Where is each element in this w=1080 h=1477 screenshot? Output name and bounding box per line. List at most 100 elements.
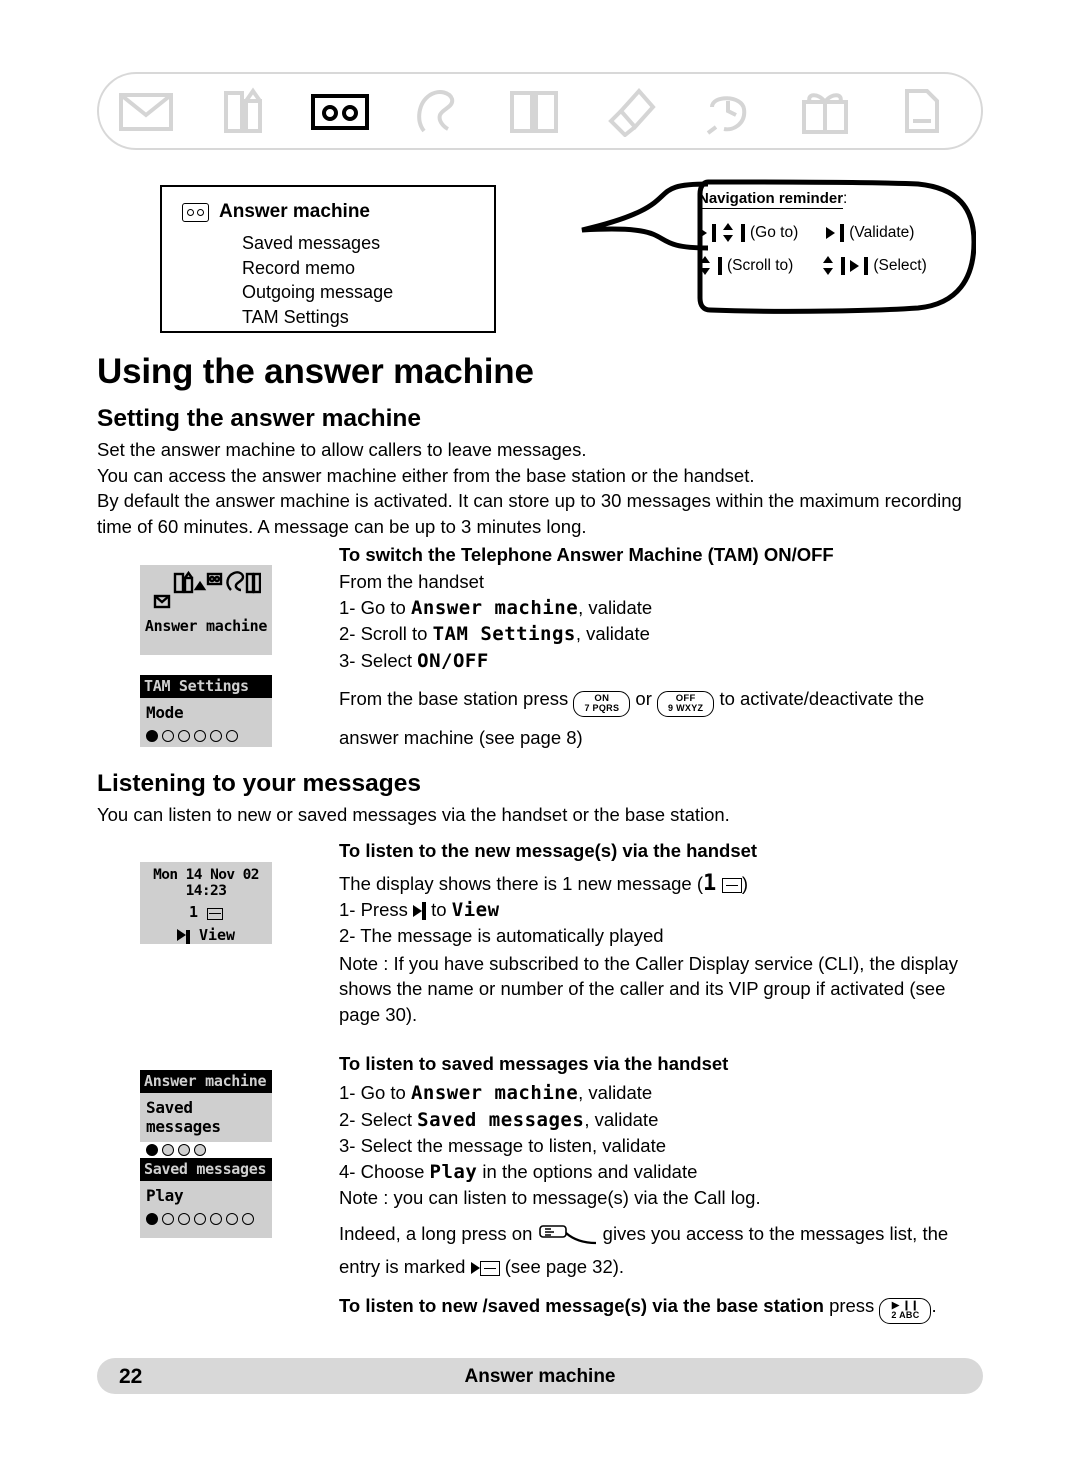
lcd-idle-date: Mon 14 Nov 02 14:23 xyxy=(153,867,259,899)
message-envelope-icon xyxy=(479,1261,500,1276)
new-msg-line-1-pre: The display shows there is 1 new message… xyxy=(339,873,704,894)
tam-step-1-post: , validate xyxy=(578,596,653,618)
lcd-menu-icons xyxy=(153,570,261,609)
new-msg-count: 1 xyxy=(703,871,717,896)
dot-indicator xyxy=(210,730,222,742)
tape-icon xyxy=(182,202,209,222)
soft-key-bar-icon xyxy=(864,256,869,275)
base-key-play-label: ▶ ❙❙ xyxy=(891,1299,919,1311)
callout-row-1: (Go to) (Validate) xyxy=(698,223,968,242)
footer-title: Answer machine xyxy=(464,1366,616,1387)
menu-item-record-memo: Record memo xyxy=(242,257,356,278)
tam-onoff-heading: To switch the Telephone Answer Machine (… xyxy=(339,544,834,565)
navigation-reminder-callout: Navigation reminder: (Go to) (Validate) … xyxy=(578,178,976,318)
lcd-saved-messages-dots xyxy=(140,1205,272,1225)
saved-step-4-pre: 4- Choose xyxy=(339,1160,425,1182)
base-settings-icon xyxy=(891,82,953,142)
tam-step-2-lcd: TAM Settings xyxy=(432,623,576,645)
lcd-tam-title: TAM Settings xyxy=(140,675,272,698)
saved-step-4-post: in the options and validate xyxy=(482,1160,698,1182)
tam-base-post: to activate/deactivate the xyxy=(719,688,925,709)
base-key-7pqrs-label: 7 PQRS xyxy=(584,703,620,713)
intro-paragraph: Set the answer machine to allow callers … xyxy=(97,437,987,539)
lcd-menu-screen: Answer machine xyxy=(140,565,272,655)
lcd-idle-count: 1 xyxy=(188,903,198,921)
new-messages-body: The display shows there is 1 new message… xyxy=(339,871,987,1027)
menu-item-outgoing-message: Outgoing message xyxy=(242,282,394,302)
soft-key-bar-icon xyxy=(841,256,846,275)
call-log-key-icon[interactable] xyxy=(538,1224,598,1246)
base-station-press-word: press xyxy=(829,1295,875,1316)
new-msg-line-1-post: ) xyxy=(741,873,749,894)
new-msg-step-2: 2- The message is automatically played xyxy=(339,925,664,946)
base-key-2abc-label: 2 ABC xyxy=(891,1310,920,1320)
right-arrow-icon xyxy=(698,226,707,239)
intro-line-2: You can access the answer machine either… xyxy=(97,464,755,486)
saved-step-2-lcd: Saved messages xyxy=(417,1108,585,1131)
tam-step-1: 1- Go to Answer machine, validate xyxy=(339,595,987,622)
call-log-icon xyxy=(406,82,468,142)
answer-machine-menu-box: Answer machine Saved messages Record mem… xyxy=(160,185,496,333)
callout-title-wrap: Navigation reminder: xyxy=(698,190,968,209)
menu-item-tam-settings: TAM Settings xyxy=(242,306,349,327)
new-msg-note: Note : If you have subscribed to the Cal… xyxy=(339,952,959,1025)
saved-step-4-lcd: Play xyxy=(429,1160,478,1183)
saved-step-1-lcd: Answer machine xyxy=(410,1082,579,1104)
dot-indicator xyxy=(194,1144,206,1156)
base-key-play-2abc[interactable]: ▶ ❙❙ 2 ABC xyxy=(879,1297,932,1324)
new-msg-line-1: The display shows there is 1 new message… xyxy=(339,871,987,897)
saved-step-1-post: , validate xyxy=(578,1082,653,1103)
up-down-arrows-icon xyxy=(821,256,836,275)
saved-indeed-pre: Indeed, a long press on xyxy=(339,1222,533,1244)
saved-step-3: 3- Select the message to listen, validat… xyxy=(339,1135,667,1156)
soft-key-bar-icon xyxy=(741,223,745,242)
menu-box-title: Answer machine xyxy=(219,201,370,222)
intro-line-3: By default the answer machine is activat… xyxy=(97,490,962,537)
up-down-arrows-icon xyxy=(721,223,736,242)
message-envelope-icon xyxy=(721,878,742,893)
lcd-answer-machine-row: Saved messages xyxy=(146,1098,221,1136)
saved-step-4: 4- Choose Play in the options and valida… xyxy=(339,1159,987,1186)
saved-entry-pre: entry is marked xyxy=(339,1256,466,1277)
saved-note: Note : you can listen to message(s) via … xyxy=(339,1187,761,1208)
lcd-menu-label: Answer machine xyxy=(144,617,268,635)
lcd-saved-messages-row: Play xyxy=(146,1186,184,1205)
new-msg-step-1: 1- Press to View xyxy=(339,897,987,924)
dot-indicator xyxy=(194,1213,206,1225)
dot-indicator xyxy=(178,1144,190,1156)
right-arrow-icon xyxy=(413,904,423,917)
page-footer: 22 Answer machine xyxy=(97,1358,983,1394)
tam-step-2: 2- Scroll to TAM Settings, validate xyxy=(339,621,987,648)
new-messages-heading: To listen to the new message(s) via the … xyxy=(339,840,758,861)
page-title: Using the answer machine xyxy=(97,352,534,391)
saved-step-1-pre: 1- Go to xyxy=(339,1082,406,1103)
lcd-idle-softkey-row: View xyxy=(140,921,272,944)
lcd-saved-messages-title: Saved messages xyxy=(140,1158,272,1181)
gift-box-icon xyxy=(794,82,856,142)
callout-label-validate: (Validate) xyxy=(849,223,915,241)
saved-step-2: 2- Select Saved messages, validate xyxy=(339,1107,987,1134)
lcd-menu-icon-row xyxy=(140,569,272,617)
new-msg-step-1-mid: to xyxy=(431,898,447,920)
chapter-icon-bar xyxy=(97,72,983,150)
saved-indeed-post: gives you access to the messages list, t… xyxy=(602,1222,949,1244)
base-key-on-7pqrs[interactable]: ON 7 PQRS xyxy=(573,690,631,717)
dot-indicator xyxy=(146,1213,158,1225)
lcd-idle-softkey-label: View xyxy=(198,926,236,944)
dot-indicator xyxy=(178,730,190,742)
soft-key-bar-icon xyxy=(718,256,722,275)
dot-indicator xyxy=(178,1213,190,1225)
up-down-arrows-icon xyxy=(698,256,713,275)
base-key-off-label: OFF xyxy=(675,692,696,704)
menu-item-saved-messages: Saved messages xyxy=(242,233,381,253)
base-key-off-9wxyz[interactable]: OFF 9 WXYZ xyxy=(657,690,715,717)
tam-base-pre: From the base station press xyxy=(339,688,569,709)
dot-indicator xyxy=(226,730,238,742)
saved-entry-post: (see page 32). xyxy=(504,1256,625,1277)
dot-indicator xyxy=(226,1213,238,1225)
callout-label-scroll-to: (Scroll to) xyxy=(727,256,794,274)
dot-indicator xyxy=(242,1213,254,1225)
tam-step-1-pre: 1- Go to xyxy=(339,596,406,618)
callout-label-go-to: (Go to) xyxy=(750,223,799,241)
dot-indicator xyxy=(146,1144,158,1156)
